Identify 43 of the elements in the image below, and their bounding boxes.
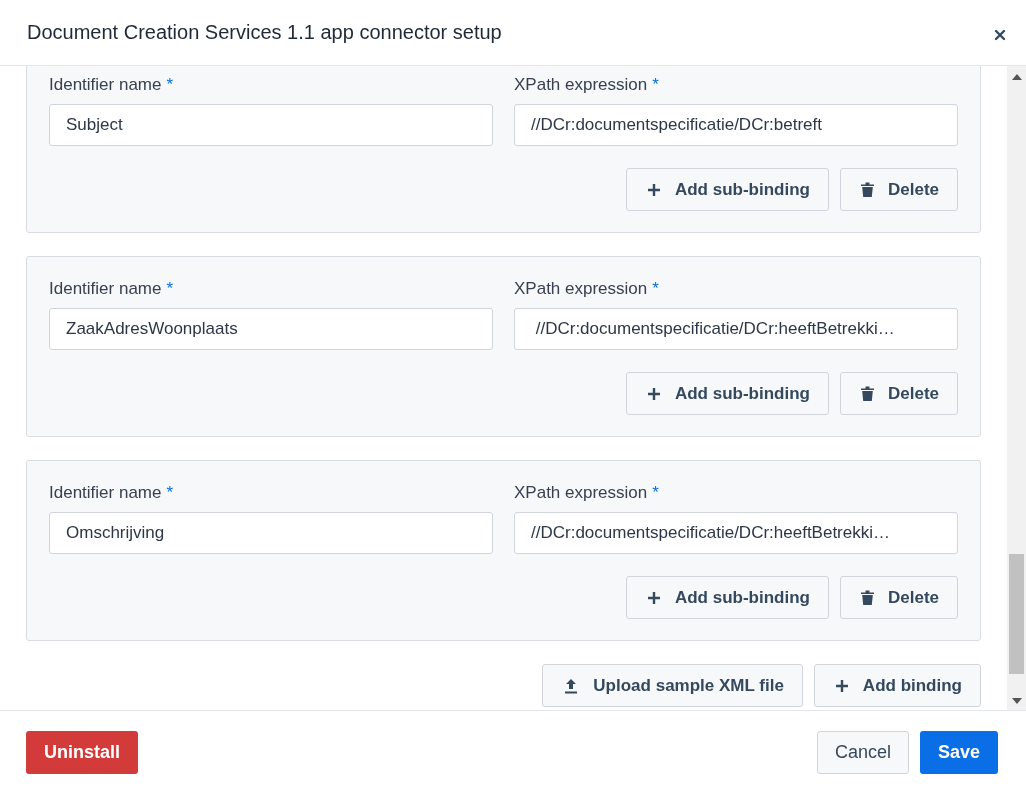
- input-field[interactable]: Omschrijving: [49, 512, 493, 554]
- trash-icon: [860, 590, 874, 605]
- add-sub-binding-button[interactable]: Add sub-binding: [625, 372, 829, 415]
- uninstall-button[interactable]: Uninstall: [26, 731, 138, 774]
- trash-icon: [860, 386, 874, 401]
- add-sub-binding-button[interactable]: Add sub-binding: [625, 168, 829, 211]
- plus-icon: [646, 386, 661, 401]
- upload-icon: [563, 677, 580, 694]
- close-icon[interactable]: [993, 27, 1007, 42]
- delete-button[interactable]: Delete: [839, 576, 958, 619]
- required-mark: *: [166, 483, 174, 503]
- add-binding-button[interactable]: Add binding: [813, 664, 981, 707]
- input-field[interactable]: //DCr:documentspecificatie/DCr:heeftBetrekki…: [514, 308, 958, 350]
- input-field[interactable]: //DCr:documentspecificatie/DCr:heeftBetrekki…: [514, 512, 958, 554]
- input-field[interactable]: //DCr:documentspecificatie/DCr:betreft: [514, 104, 958, 146]
- field-label: Identifier name: [49, 75, 162, 95]
- required-mark: *: [652, 483, 659, 503]
- plus-icon: [834, 678, 849, 693]
- plus-icon: [646, 182, 661, 197]
- required-mark: *: [166, 279, 174, 299]
- required-mark: *: [652, 279, 659, 299]
- required-mark: *: [652, 75, 659, 95]
- plus-icon: [646, 590, 661, 605]
- save-button[interactable]: Save: [919, 731, 998, 774]
- field-label: Identifier name: [49, 279, 162, 299]
- input-field[interactable]: Subject: [49, 104, 493, 146]
- trash-icon: [860, 182, 874, 197]
- delete-button[interactable]: Delete: [839, 168, 958, 211]
- scrollbar[interactable]: [1007, 66, 1026, 710]
- field-label: Identifier name: [49, 483, 162, 503]
- dialog-title: Document Creation Services 1.1 app connector setup: [27, 21, 502, 44]
- upload-button[interactable]: Upload sample XML file: [542, 664, 803, 707]
- input-field[interactable]: ZaakAdresWoonplaats: [49, 308, 493, 350]
- delete-button[interactable]: Delete: [839, 372, 958, 415]
- scrollbar-thumb[interactable]: [1009, 554, 1024, 674]
- add-sub-binding-button[interactable]: Add sub-binding: [625, 576, 829, 619]
- scroll-up-icon[interactable]: [1011, 74, 1022, 80]
- cancel-button[interactable]: Cancel: [816, 731, 909, 774]
- field-label: XPath expression: [514, 279, 648, 299]
- required-mark: *: [166, 75, 174, 95]
- field-label: XPath expression: [514, 75, 648, 95]
- field-label: XPath expression: [514, 483, 648, 503]
- scroll-down-icon[interactable]: [1011, 698, 1022, 704]
